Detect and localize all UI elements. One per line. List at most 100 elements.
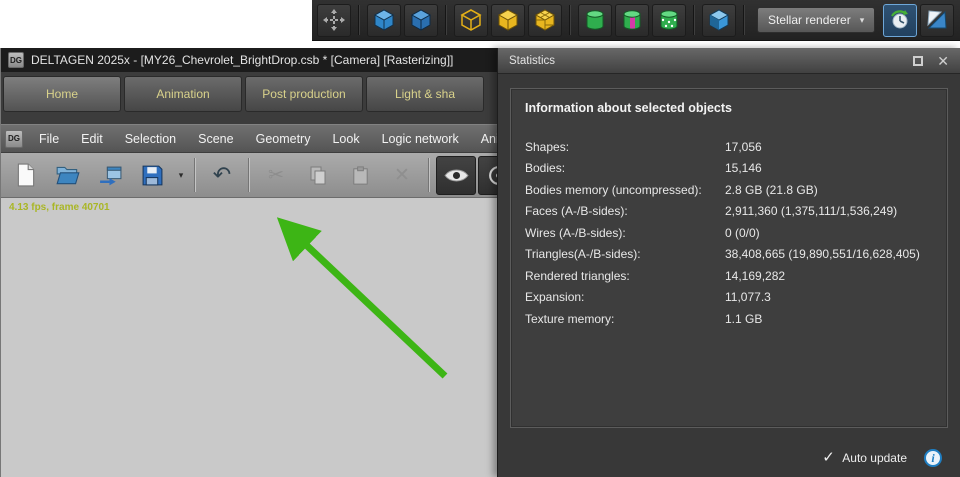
cube-shaded-blue-button[interactable]	[702, 4, 736, 37]
statistics-frame: Information about selected objects Shape…	[510, 88, 948, 428]
cube-solid-blue-button[interactable]	[367, 4, 401, 37]
stat-row-triangles-a-b-sides: Triangles(A-/B-sides):38,408,665 (19,890…	[525, 244, 933, 266]
toolbar-separator	[569, 5, 571, 35]
menu-file[interactable]: File	[28, 125, 70, 152]
chevron-down-icon: ▾	[179, 170, 184, 181]
stat-label: Bodies memory (uncompressed):	[525, 183, 725, 197]
open-file-button[interactable]	[48, 156, 88, 195]
menu-scene[interactable]: Scene	[187, 125, 244, 152]
paste-button[interactable]	[340, 156, 380, 195]
cube-lattice-yellow-button[interactable]	[528, 4, 562, 37]
cube-move-blue-button[interactable]	[404, 4, 438, 37]
texture-mapping-button[interactable]	[920, 4, 954, 37]
turntable-icon	[888, 8, 912, 32]
renderer-dropdown-label: Stellar renderer	[768, 13, 851, 27]
save-button[interactable]	[132, 156, 172, 195]
texture-mapping-icon	[925, 8, 949, 32]
stat-row-bodies-memory-uncompressed: Bodies memory (uncompressed):2.8 GB (21.…	[525, 179, 933, 201]
stat-row-texture-memory: Texture memory:1.1 GB	[525, 308, 933, 330]
float-panel-button[interactable]	[913, 56, 923, 66]
save-options-button[interactable]: ▾	[174, 156, 188, 195]
statistics-footer: Auto update i	[822, 449, 942, 467]
eye-icon	[444, 167, 469, 184]
menu-edit[interactable]: Edit	[70, 125, 114, 152]
import-reference-icon	[98, 165, 123, 186]
menu-look[interactable]: Look	[321, 125, 370, 152]
close-panel-button[interactable]: ✕	[937, 54, 949, 68]
stat-value: 1.1 GB	[725, 312, 762, 326]
transform-manipulator-icon	[323, 9, 345, 31]
toolbar-separator	[358, 5, 360, 35]
menu-items: FileEditSelectionSceneGeometryLookLogic …	[28, 125, 533, 152]
renderer-dropdown[interactable]: Stellar renderer ▾	[757, 7, 875, 33]
stat-value: 11,077.3	[725, 290, 771, 304]
menu-logic-network[interactable]: Logic network	[371, 125, 470, 152]
auto-update-checkbox[interactable]	[822, 451, 835, 465]
undo-icon: ↶	[213, 164, 231, 186]
copy-icon	[308, 165, 328, 186]
stat-value: 17,056	[725, 140, 762, 154]
stat-label: Rendered triangles:	[525, 269, 725, 283]
cube-lattice-yellow-icon	[533, 8, 557, 32]
cube-shaded-blue-icon	[707, 8, 731, 32]
cylinder-solid-green-button[interactable]	[578, 4, 612, 37]
cylinder-material-green-icon	[620, 8, 644, 32]
undo-button[interactable]: ↶	[202, 156, 242, 195]
close-icon: ✕	[937, 54, 949, 68]
stat-value: 0 (0/0)	[725, 226, 760, 240]
stat-value: 15,146	[725, 161, 762, 175]
stat-label: Bodies:	[525, 161, 725, 175]
delete-button[interactable]: ✕	[382, 156, 422, 195]
stat-row-rendered-triangles: Rendered triangles:14,169,282	[525, 265, 933, 287]
open-file-icon	[55, 164, 81, 186]
toolbar-separator	[194, 158, 196, 192]
ribbon-tab-post-production[interactable]: Post production	[245, 76, 363, 112]
cut-button[interactable]: ✂	[256, 156, 296, 195]
transform-manipulator-button[interactable]	[317, 4, 351, 37]
statistics-panel: Statistics ✕ Information about selected …	[497, 48, 960, 477]
toolbar-separator	[445, 5, 447, 35]
import-reference-button[interactable]	[90, 156, 130, 195]
toolbar-separator	[428, 158, 430, 192]
toolbar-separator	[693, 5, 695, 35]
cube-wireframe-yellow-icon	[459, 8, 483, 32]
stat-row-wires-a-b-sides: Wires (A-/B-sides):0 (0/0)	[525, 222, 933, 244]
paste-icon	[350, 165, 371, 186]
cube-solid-yellow-button[interactable]	[491, 4, 525, 37]
global-toolbar: Stellar renderer ▾	[312, 0, 960, 41]
statistics-titlebar[interactable]: Statistics ✕	[498, 48, 960, 74]
stat-row-expansion: Expansion:11,077.3	[525, 287, 933, 309]
delete-x-icon: ✕	[394, 166, 410, 185]
new-file-button[interactable]	[6, 156, 46, 195]
toolbar-separator	[743, 5, 745, 35]
cube-move-blue-icon	[409, 8, 433, 32]
float-panel-icon	[913, 56, 923, 66]
window-title: DELTAGEN 2025x - [MY26_Chevrolet_BrightD…	[31, 53, 453, 67]
stat-value: 2.8 GB (21.8 GB)	[725, 183, 818, 197]
cut-scissors-icon: ✂	[268, 166, 284, 185]
menu-selection[interactable]: Selection	[114, 125, 187, 152]
copy-button[interactable]	[298, 156, 338, 195]
menu-geometry[interactable]: Geometry	[245, 125, 322, 152]
visibility-button[interactable]	[436, 156, 476, 195]
ribbon-tab-home[interactable]: Home	[3, 76, 121, 112]
statistics-heading: Information about selected objects	[525, 101, 933, 115]
stat-value: 14,169,282	[725, 269, 785, 283]
stat-label: Expansion:	[525, 290, 725, 304]
cylinder-vertices-green-button[interactable]	[652, 4, 686, 37]
stat-value: 38,408,665 (19,890,551/16,628,405)	[725, 247, 920, 261]
cube-wireframe-yellow-button[interactable]	[454, 4, 488, 37]
ribbon-tab-animation[interactable]: Animation	[124, 76, 242, 112]
stat-value: 2,911,360 (1,375,111/1,536,249)	[725, 204, 897, 218]
cube-solid-yellow-icon	[496, 8, 520, 32]
cylinder-solid-green-icon	[583, 8, 607, 32]
cube-solid-blue-icon	[372, 8, 396, 32]
menu-app-icon[interactable]: DG	[5, 130, 23, 148]
ribbon-tab-light-sha[interactable]: Light & sha	[366, 76, 484, 112]
cylinder-material-green-button[interactable]	[615, 4, 649, 37]
chevron-down-icon: ▾	[860, 15, 865, 26]
turntable-button[interactable]	[883, 4, 917, 37]
save-icon	[141, 164, 164, 187]
stat-row-shapes: Shapes:17,056	[525, 136, 933, 158]
info-icon[interactable]: i	[924, 449, 942, 467]
